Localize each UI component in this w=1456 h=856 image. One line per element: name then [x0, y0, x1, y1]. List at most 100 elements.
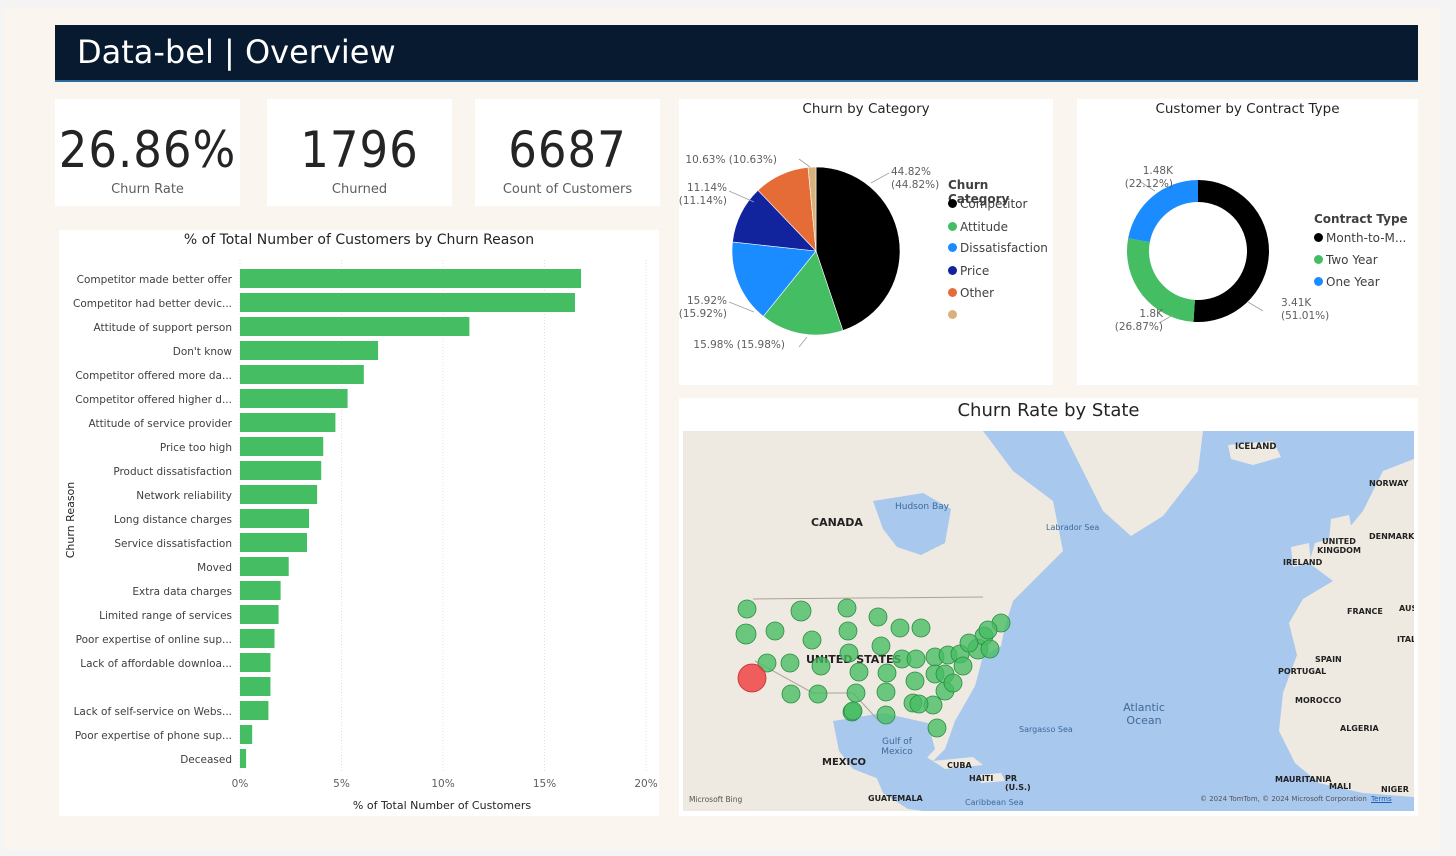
legend-item-blank[interactable]	[948, 308, 960, 322]
data-label-dissatisfaction: 15.92% (15.92%)	[678, 295, 727, 320]
legend-dot	[948, 199, 957, 208]
kpi-card-churned[interactable]: 1796 Churned	[267, 99, 452, 206]
y-tick-label: Moved	[197, 562, 232, 574]
bar	[240, 677, 271, 696]
y-tick-label: Competitor made better offer	[77, 274, 233, 286]
bar	[240, 269, 582, 288]
legend-item-dissatisfaction[interactable]: Dissatisfaction	[948, 241, 1048, 255]
bar	[240, 581, 281, 600]
leader-line	[798, 336, 808, 348]
churn-state-map-card[interactable]: Churn Rate by State CANADA UNITED STATES…	[679, 398, 1418, 816]
y-tick-label: Deceased	[180, 754, 232, 766]
bar	[240, 557, 289, 576]
state-bubble	[909, 694, 929, 714]
state-bubble	[737, 599, 757, 619]
legend-item-two-year[interactable]: Two Year	[1314, 253, 1378, 267]
report-header: Data-bel | Overview	[55, 25, 1418, 82]
leader-line	[798, 158, 811, 168]
kpi-card-customers[interactable]: 6687 Count of Customers	[475, 99, 660, 206]
legend-dot	[948, 243, 957, 252]
bar	[240, 317, 470, 336]
bar	[240, 437, 324, 456]
state-bubble	[876, 682, 896, 702]
kpi-label: Churn Rate	[111, 182, 184, 197]
y-tick-label: Attitude of support person	[94, 322, 232, 334]
data-label-two-year: 1.8K (26.87%)	[1114, 308, 1163, 333]
bar	[240, 725, 253, 744]
y-tick-label: Competitor offered higher d...	[75, 394, 232, 406]
state-bubble	[980, 639, 1000, 659]
data-label-month-to-month: 3.41K (51.01%)	[1281, 297, 1330, 322]
data-label-one-year: 1.48K (22.12%)	[1124, 165, 1173, 190]
state-bubble	[802, 630, 822, 650]
state-bubble	[877, 663, 897, 683]
y-tick-label: Price too high	[160, 442, 232, 454]
legend-dot	[1314, 277, 1323, 286]
state-bubble	[959, 633, 979, 653]
state-bubble	[843, 701, 863, 721]
x-tick-label: 0%	[232, 778, 249, 790]
y-tick-label: Network reliability	[136, 490, 232, 502]
y-tick-label: Competitor had better devic...	[73, 298, 232, 310]
bar	[240, 365, 364, 384]
bar	[240, 413, 336, 432]
bar	[240, 533, 307, 552]
legend-item-other[interactable]: Other	[948, 286, 994, 300]
state-bubble	[953, 656, 973, 676]
x-axis-label: % of Total Number of Customers	[353, 799, 531, 812]
legend-dot	[948, 310, 957, 319]
leader-line	[870, 172, 890, 184]
state-bubble	[780, 653, 800, 673]
bar	[240, 461, 322, 480]
x-tick-label: 20%	[634, 778, 657, 790]
y-tick-label: Attitude of service provider	[88, 418, 232, 430]
kpi-value: 26.86%	[58, 121, 237, 179]
legend-item-month-to-month[interactable]: Month-to-M...	[1314, 231, 1406, 245]
legend-item-one-year[interactable]: One Year	[1314, 275, 1380, 289]
page-title: Data-bel | Overview	[77, 33, 396, 71]
y-tick-label: Poor expertise of phone sup...	[75, 730, 232, 742]
data-label-attitude: 15.98% (15.98%)	[693, 339, 785, 351]
bar	[240, 485, 318, 504]
bar	[240, 509, 310, 528]
state-bubble	[876, 705, 896, 725]
bar	[240, 293, 575, 312]
state-bubble	[790, 600, 812, 622]
y-tick-label: Lack of self-service on Webs...	[74, 706, 232, 718]
chart-title: Churn Rate by State	[957, 400, 1140, 421]
bar	[240, 629, 275, 648]
state-bubble	[811, 656, 831, 676]
kpi-card-churn-rate[interactable]: 26.86% Churn Rate	[55, 99, 240, 206]
y-tick-label: Poor expertise of online sup...	[76, 634, 232, 646]
bar	[240, 749, 247, 768]
state-bubble	[906, 649, 926, 669]
data-label-price: 11.14% (11.14%)	[678, 182, 727, 207]
map-viewport[interactable]: CANADA UNITED STATES MEXICO Hudson Bay L…	[683, 431, 1414, 811]
state-bubble	[781, 684, 801, 704]
x-tick-label: 10%	[431, 778, 454, 790]
state-bubble	[837, 598, 857, 618]
state-bubble	[905, 671, 925, 691]
y-tick-label: Long distance charges	[114, 514, 232, 526]
state-bubbles	[735, 598, 1011, 738]
leader-line	[1247, 301, 1264, 312]
legend-dot	[948, 222, 957, 231]
legend-item-price[interactable]: Price	[948, 264, 989, 278]
x-tick-label: 5%	[333, 778, 350, 790]
state-bubble	[890, 618, 910, 638]
state-bubble	[808, 684, 828, 704]
bar	[240, 701, 269, 720]
churn-category-chart-card[interactable]: Churn by Category 44.82% (44.82%) 10.63%…	[679, 99, 1053, 385]
kpi-value: 1796	[300, 121, 419, 179]
y-tick-label: Limited range of services	[99, 610, 232, 622]
legend-dot	[1314, 233, 1323, 242]
legend-item-attitude[interactable]: Attitude	[948, 220, 1008, 234]
legend-title: Contract Type	[1314, 212, 1408, 226]
contract-type-chart-card[interactable]: Customer by Contract Type 1.48K (22.12%)…	[1077, 99, 1418, 385]
churn-reason-chart-card[interactable]: % of Total Number of Customers by Churn …	[59, 230, 659, 816]
y-tick-label: Extra data charges	[132, 586, 232, 598]
y-tick-label: Competitor offered more da...	[75, 370, 232, 382]
state-bubble	[868, 607, 888, 627]
bar	[240, 653, 271, 672]
legend-item-competitor[interactable]: Competitor	[948, 197, 1027, 211]
